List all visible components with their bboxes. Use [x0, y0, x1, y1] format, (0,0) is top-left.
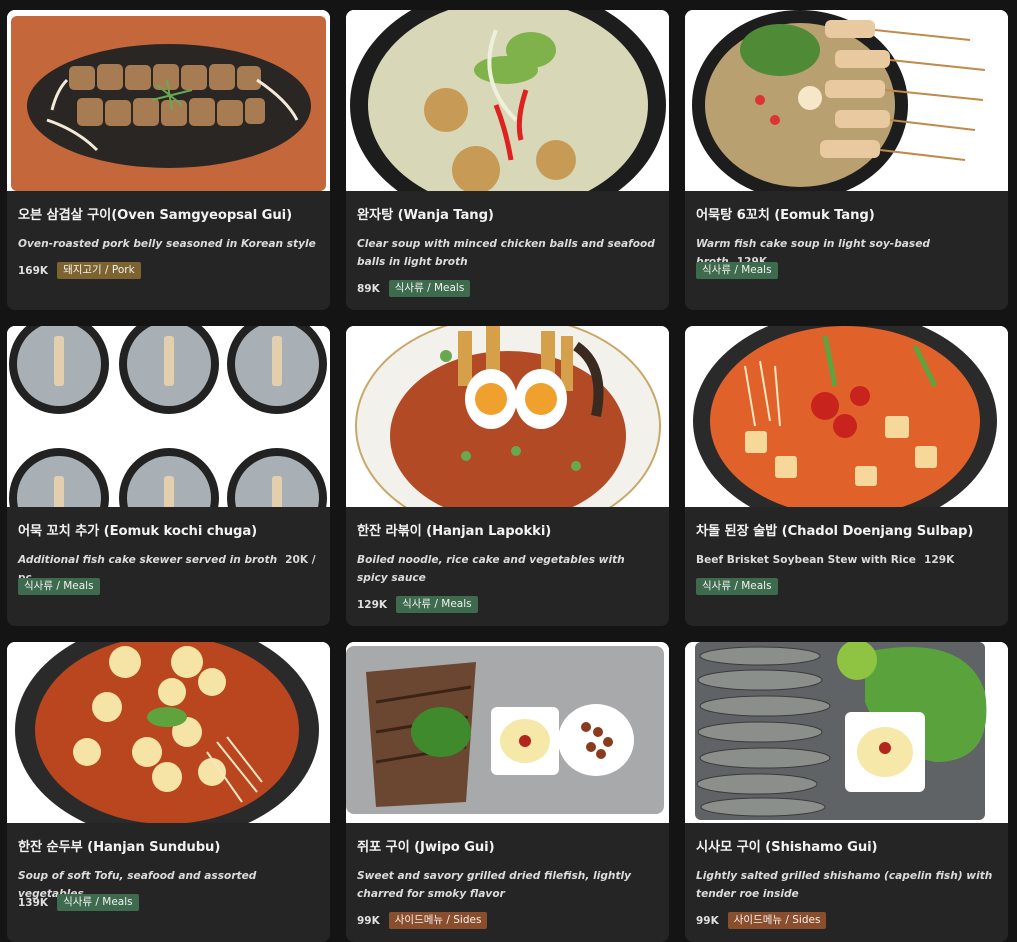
item-description-text: Boiled noodle, rice cake and vegetables …: [357, 554, 625, 584]
menu-card[interactable]: 한잔 라볶이 (Hanjan Lapokki) Boiled noodle, r…: [346, 326, 669, 626]
category-badge: 사이드메뉴 / Sides: [388, 912, 488, 929]
menu-card[interactable]: 오븐 삼겹살 구이(Oven Samgyeopsal Gui) Oven-roa…: [7, 10, 330, 310]
item-meta: 89K 식사류 / Meals: [357, 280, 471, 297]
item-description: Sweet and savory grilled dried filefish,…: [357, 867, 659, 903]
item-title: 어묵탕 6꼬치 (Eomuk Tang): [696, 208, 875, 223]
category-badge: 식사류 / Meals: [396, 596, 478, 613]
item-description-text: Clear soup with minced chicken balls and…: [357, 238, 655, 268]
item-price: 99K: [696, 914, 719, 927]
menu-grid: 오븐 삼겹살 구이(Oven Samgyeopsal Gui) Oven-roa…: [0, 0, 1017, 942]
item-title: 완자탕 (Wanja Tang): [357, 208, 494, 223]
food-photo: [7, 642, 330, 823]
item-title: 쥐포 구이 (Jwipo Gui): [357, 840, 495, 855]
food-photo: [685, 326, 1008, 507]
food-photo: [7, 326, 330, 507]
food-photo: [7, 10, 330, 191]
category-badge: 식사류 / Meals: [388, 280, 471, 297]
item-description: Lightly salted grilled shishamo (capelin…: [696, 867, 998, 903]
menu-card[interactable]: 어묵 꼬치 추가 (Eomuk kochi chuga) Additional …: [7, 326, 330, 626]
item-description: Oven-roasted pork belly seasoned in Kore…: [18, 235, 320, 253]
item-title: 어묵 꼬치 추가 (Eomuk kochi chuga): [18, 524, 258, 539]
item-description-text: Sweet and savory grilled dried filefish,…: [357, 870, 632, 900]
item-description-text: Beef Brisket Soybean Stew with Rice: [696, 554, 916, 566]
item-description-text: Oven-roasted pork belly seasoned in Kore…: [18, 238, 316, 250]
item-meta: 식사류 / Meals: [18, 578, 100, 595]
item-meta: 129K 식사류 / Meals: [357, 596, 478, 613]
menu-card[interactable]: 완자탕 (Wanja Tang) Clear soup with minced …: [346, 10, 669, 310]
menu-card[interactable]: 시사모 구이 (Shishamo Gui) Lightly salted gri…: [685, 642, 1008, 942]
item-description-text: Additional fish cake skewer served in br…: [18, 554, 278, 566]
menu-card[interactable]: 차돌 된장 술밥 (Chadol Doenjang Sulbap) Beef B…: [685, 326, 1008, 626]
item-meta: 139K 식사류 / Meals: [18, 894, 139, 911]
food-photo: [346, 642, 669, 823]
item-price: 129K: [923, 554, 955, 566]
item-title: 한잔 순두부 (Hanjan Sundubu): [18, 840, 221, 855]
category-badge: 식사류 / Meals: [57, 894, 139, 911]
item-description: Clear soup with minced chicken balls and…: [357, 235, 659, 271]
item-price: 99K: [357, 914, 380, 927]
item-title: 시사모 구이 (Shishamo Gui): [696, 840, 878, 855]
item-price: 169K: [18, 264, 49, 277]
menu-card[interactable]: 어묵탕 6꼬치 (Eomuk Tang) Warm fish cake soup…: [685, 10, 1008, 310]
menu-card[interactable]: 한잔 순두부 (Hanjan Sundubu) Soup of soft Tof…: [7, 642, 330, 942]
food-photo: [346, 326, 669, 507]
item-title: 오븐 삼겹살 구이(Oven Samgyeopsal Gui): [18, 208, 293, 223]
item-meta: 99K 사이드메뉴 / Sides: [696, 912, 827, 929]
item-meta: 식사류 / Meals: [696, 578, 778, 595]
item-price: 139K: [18, 896, 49, 909]
item-price: 129K: [357, 598, 388, 611]
item-description: Boiled noodle, rice cake and vegetables …: [357, 551, 659, 587]
category-badge: 식사류 / Meals: [18, 578, 100, 595]
item-meta: 식사류 / Meals: [696, 262, 778, 279]
category-badge: 식사류 / Meals: [696, 262, 778, 279]
category-badge: 사이드메뉴 / Sides: [727, 912, 827, 929]
item-title: 한잔 라볶이 (Hanjan Lapokki): [357, 524, 552, 539]
item-title: 차돌 된장 술밥 (Chadol Doenjang Sulbap): [696, 524, 974, 539]
item-meta: 99K 사이드메뉴 / Sides: [357, 912, 488, 929]
item-description: Beef Brisket Soybean Stew with Rice 129K: [696, 551, 998, 569]
food-photo: [346, 10, 669, 191]
item-description-text: Lightly salted grilled shishamo (capelin…: [696, 870, 993, 900]
item-price: 89K: [357, 282, 380, 295]
menu-card[interactable]: 쥐포 구이 (Jwipo Gui) Sweet and savory grill…: [346, 642, 669, 942]
food-photo: [685, 10, 1008, 191]
category-badge: 식사류 / Meals: [696, 578, 778, 595]
category-badge: 돼지고기 / Pork: [57, 262, 141, 279]
item-meta: 169K 돼지고기 / Pork: [18, 262, 141, 279]
food-photo: [685, 642, 1008, 823]
